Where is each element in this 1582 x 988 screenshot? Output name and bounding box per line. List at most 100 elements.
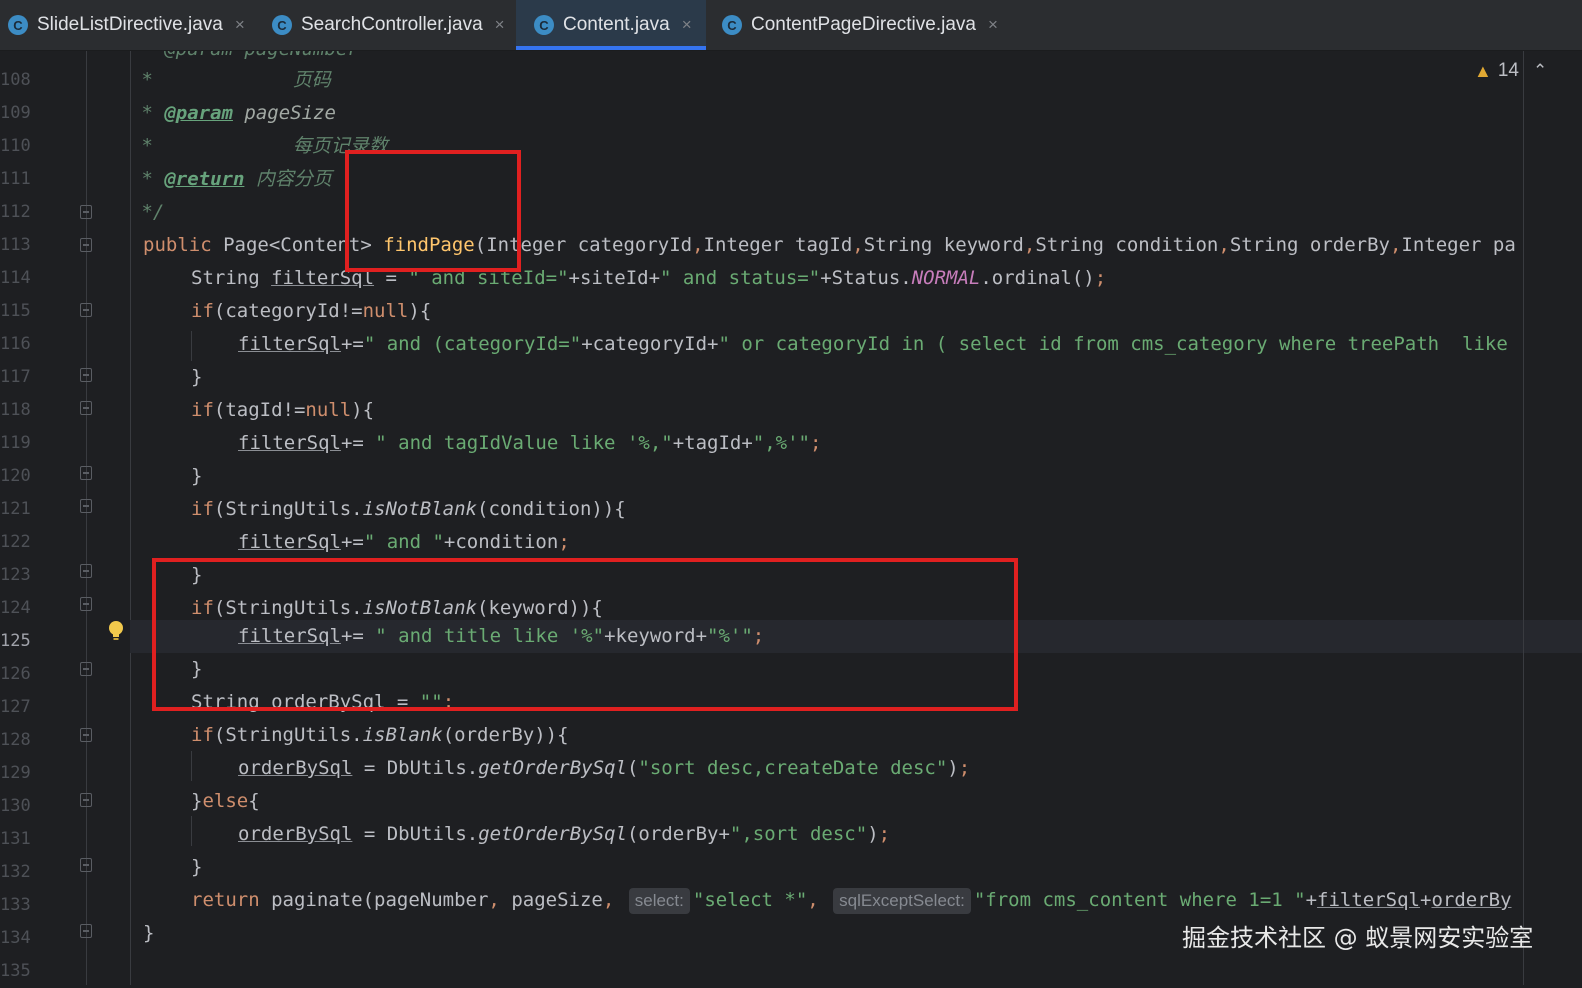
current-line-number: 125 bbox=[0, 631, 31, 651]
code-token: } bbox=[191, 856, 203, 878]
line-number: 134 bbox=[0, 928, 31, 948]
fold-marker-icon[interactable] bbox=[80, 466, 92, 480]
editor-tab-bar: C SlideListDirective.java × C SearchCont… bbox=[0, 0, 1582, 51]
code-line-115: if(categoryId!=null){ bbox=[191, 295, 431, 328]
fold-marker-icon[interactable] bbox=[80, 205, 92, 219]
fold-marker-icon[interactable] bbox=[80, 499, 92, 513]
tab-contentpagedirective[interactable]: C ContentPageDirective.java × bbox=[722, 0, 998, 50]
fold-marker-icon[interactable] bbox=[80, 401, 92, 415]
string-literal: "sort desc,createDate desc" bbox=[638, 757, 948, 779]
code-token: + bbox=[1305, 889, 1318, 911]
code-line-121: if(StringUtils.isNotBlank(condition)){ bbox=[191, 493, 626, 526]
code-token: (condition)){ bbox=[477, 498, 626, 520]
line-number: 114 bbox=[0, 268, 31, 288]
code-line-112: */ bbox=[130, 196, 164, 229]
code-token: = DbUtils. bbox=[352, 823, 479, 845]
chevron-up-icon[interactable]: ⌃ bbox=[1533, 61, 1547, 81]
warning-icon: ▲ bbox=[1474, 60, 1492, 81]
code-token: 内容分页 bbox=[244, 168, 332, 190]
code-token: public bbox=[143, 234, 212, 256]
string-literal: " and (categoryId=" bbox=[363, 333, 582, 355]
string-literal: " and tagIdValue like '%," bbox=[375, 432, 673, 454]
string-literal: " or categoryId in ( select id from cms_… bbox=[718, 333, 1508, 355]
code-token: Integer tagId bbox=[703, 234, 853, 256]
java-class-icon: C bbox=[8, 15, 28, 35]
fold-marker-icon[interactable] bbox=[80, 793, 92, 807]
code-token: (categoryId!= bbox=[213, 300, 363, 322]
code-line-114: String filterSql = " and siteId="+siteId… bbox=[191, 262, 1106, 295]
parameter-hint: select: bbox=[628, 888, 690, 914]
tab-label: SlideListDirective.java bbox=[37, 14, 223, 35]
code-line-129: orderBySql = DbUtils.getOrderBySql("sort… bbox=[238, 752, 970, 785]
indent-guide bbox=[191, 331, 192, 361]
fold-marker-icon[interactable] bbox=[80, 728, 92, 742]
fold-marker-icon[interactable] bbox=[80, 303, 92, 317]
string-literal: ",%'" bbox=[752, 432, 810, 454]
code-token: (orderBy+ bbox=[626, 823, 730, 845]
close-icon[interactable]: × bbox=[495, 15, 505, 35]
string-literal: "from cms_content where 1=1 " bbox=[973, 889, 1306, 911]
line-number: 135 bbox=[0, 961, 31, 981]
close-icon[interactable]: × bbox=[988, 15, 998, 35]
line-number: 122 bbox=[0, 532, 31, 552]
line-number: 109 bbox=[0, 103, 31, 123]
line-number: 110 bbox=[0, 136, 31, 156]
close-icon[interactable]: × bbox=[682, 15, 692, 35]
fold-marker-icon[interactable] bbox=[80, 924, 92, 938]
code-line-120: } bbox=[191, 460, 202, 493]
code-line-131: orderBySql = DbUtils.getOrderBySql(order… bbox=[238, 818, 890, 851]
code-token: ){ bbox=[351, 399, 375, 421]
tab-searchcontroller[interactable]: C SearchController.java × bbox=[272, 0, 505, 50]
right-margin-line bbox=[1523, 51, 1524, 985]
line-number: 131 bbox=[0, 829, 31, 849]
code-token: * bbox=[130, 135, 153, 157]
line-number: 112 bbox=[0, 202, 31, 222]
close-icon[interactable]: × bbox=[235, 15, 245, 35]
code-token: String bbox=[191, 267, 272, 289]
variable: orderBySql bbox=[238, 823, 353, 845]
code-token: 页码 bbox=[292, 69, 331, 91]
fold-marker-icon[interactable] bbox=[80, 564, 92, 578]
lightbulb-icon[interactable] bbox=[108, 620, 124, 642]
line-number-gutter[interactable]: 108 109 110 111 112 113 114 115 116 117 … bbox=[0, 51, 86, 985]
code-token: +Status. bbox=[820, 267, 912, 289]
code-token: +categoryId+ bbox=[581, 333, 719, 355]
code-token: } bbox=[143, 922, 155, 944]
fold-marker-icon[interactable] bbox=[80, 238, 92, 252]
inspection-widget[interactable]: ▲ 14 ⌃ bbox=[1474, 60, 1547, 82]
fold-marker-icon[interactable] bbox=[80, 858, 92, 872]
highlight-box-keyword-clause bbox=[152, 558, 1018, 711]
line-number: 127 bbox=[0, 697, 31, 717]
code-token: } bbox=[191, 366, 203, 388]
line-number: 108 bbox=[0, 70, 31, 90]
tab-slidelistdirective[interactable]: C SlideListDirective.java × bbox=[8, 0, 245, 50]
code-token: , bbox=[807, 889, 819, 911]
code-line-108: * 页码 bbox=[130, 64, 331, 97]
code-line-109: * @param pageSize bbox=[130, 97, 335, 130]
code-line-133: return paginate(pageNumber, pageSize, se… bbox=[191, 884, 1512, 917]
fold-marker-icon[interactable] bbox=[80, 597, 92, 611]
string-literal: ",sort desc" bbox=[729, 823, 868, 845]
line-number: 117 bbox=[0, 367, 31, 387]
code-token: @param bbox=[164, 102, 233, 124]
code-token: String condition bbox=[1035, 234, 1219, 256]
code-token: if bbox=[191, 724, 214, 746]
fold-marker-icon[interactable] bbox=[80, 662, 92, 676]
fold-marker-icon[interactable] bbox=[80, 368, 92, 382]
code-token: += bbox=[340, 531, 364, 553]
code-token: String keyword bbox=[863, 234, 1024, 256]
line-number: 120 bbox=[0, 466, 31, 486]
line-number: 130 bbox=[0, 796, 31, 816]
variable: orderBySql bbox=[238, 757, 353, 779]
code-token: if bbox=[191, 300, 214, 322]
tab-content[interactable]: C Content.java × bbox=[516, 0, 706, 50]
tab-label: ContentPageDirective.java bbox=[751, 14, 976, 35]
code-token: String orderBy bbox=[1229, 234, 1390, 256]
code-token: null bbox=[305, 399, 352, 421]
code-token: +siteId+ bbox=[568, 267, 661, 289]
code-token: * @param pageNumber bbox=[130, 51, 358, 60]
tab-label: Content.java bbox=[563, 14, 670, 35]
code-line-130: }else{ bbox=[191, 785, 260, 818]
line-number: 118 bbox=[0, 400, 31, 420]
static-method: isBlank bbox=[362, 724, 443, 746]
